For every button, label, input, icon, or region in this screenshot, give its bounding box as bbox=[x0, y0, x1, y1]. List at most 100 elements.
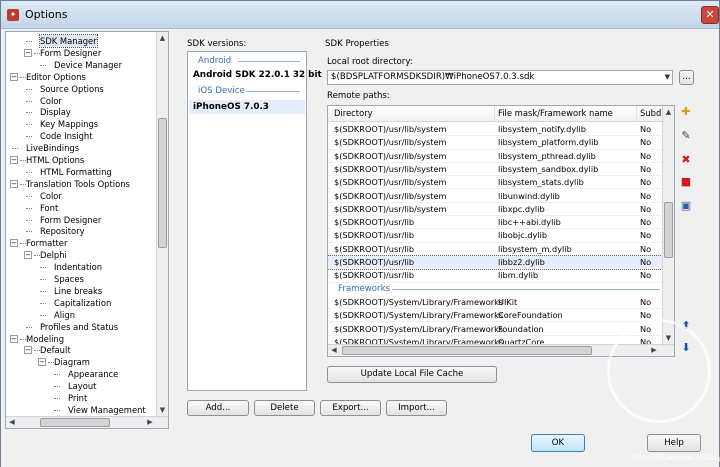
tree-item[interactable]: Align bbox=[54, 309, 75, 321]
tree-item[interactable]: Default bbox=[40, 344, 71, 356]
tree-vertical-scrollbar[interactable]: ▲ ▼ bbox=[156, 32, 168, 416]
tree-collapse-icon[interactable]: − bbox=[24, 48, 32, 57]
import-button[interactable]: Import... bbox=[386, 400, 447, 416]
tree-item[interactable]: HTML Formatting bbox=[40, 166, 112, 178]
tree-connector bbox=[26, 100, 32, 102]
tree-item[interactable]: Editor Options bbox=[26, 71, 86, 83]
scroll-right-arrow-icon[interactable]: ▶ bbox=[144, 417, 156, 428]
table-row[interactable]: $(SDKROOT)/System/Library/Frameworks Core… bbox=[328, 309, 664, 323]
scroll-left-arrow-icon[interactable]: ◀ bbox=[6, 417, 18, 428]
tree-item[interactable]: Line breaks bbox=[54, 285, 102, 297]
scroll-left-arrow-icon[interactable]: ◀ bbox=[328, 345, 340, 356]
tree-item[interactable]: Formatter bbox=[26, 237, 67, 249]
help-button[interactable]: Help bbox=[647, 434, 701, 452]
tree-collapse-icon[interactable]: − bbox=[24, 251, 32, 260]
tree-item[interactable]: Modeling bbox=[26, 333, 64, 345]
scroll-up-arrow-icon[interactable]: ▲ bbox=[157, 32, 168, 44]
tree-item[interactable]: Translation Tools Options bbox=[26, 178, 130, 190]
tree-collapse-icon[interactable]: − bbox=[10, 179, 18, 188]
add-path-icon[interactable]: ✚ bbox=[679, 105, 693, 119]
delete-path-icon[interactable]: ✖ bbox=[679, 153, 693, 167]
tree-hscroll-thumb[interactable] bbox=[40, 418, 110, 427]
remote-paths-label: Remote paths: bbox=[327, 91, 390, 101]
tree-item[interactable]: Form Designer bbox=[40, 47, 101, 59]
delete-all-icon[interactable]: ■ bbox=[679, 175, 693, 189]
tree-collapse-icon[interactable]: − bbox=[10, 156, 18, 164]
tree-collapse-icon[interactable]: − bbox=[38, 358, 46, 367]
table-row[interactable]: $(SDKROOT)/usr/lib libsystem_m.dylib No bbox=[328, 243, 664, 256]
column-directory[interactable]: Directory bbox=[334, 108, 373, 118]
replace-path-icon[interactable]: ✎ bbox=[679, 129, 693, 143]
grid-scroll-thumb[interactable] bbox=[664, 202, 673, 258]
tree-item[interactable]: LiveBindings bbox=[26, 142, 79, 154]
grid-hscroll-thumb[interactable] bbox=[342, 346, 592, 355]
table-row[interactable]: $(SDKROOT)/usr/lib libbz2.dylib No bbox=[328, 254, 665, 271]
table-cell-dir: $(SDKROOT)/usr/lib/system bbox=[334, 124, 447, 134]
column-subdirs[interactable]: Subdi bbox=[640, 108, 664, 118]
grid-group-header[interactable]: Frameworks bbox=[328, 283, 664, 296]
update-local-file-cache-button[interactable]: Update Local File Cache bbox=[327, 366, 497, 383]
tree-item[interactable]: Color bbox=[40, 95, 62, 107]
save-icon[interactable]: ▣ bbox=[679, 199, 693, 213]
tree-collapse-icon[interactable]: − bbox=[10, 334, 18, 343]
table-row[interactable]: $(SDKROOT)/usr/lib/system libsystem_sandb… bbox=[328, 163, 664, 177]
table-row[interactable]: $(SDKROOT)/usr/lib/system libsystem_stats… bbox=[328, 176, 664, 190]
tree-item[interactable]: Code Insight bbox=[40, 130, 92, 142]
close-icon[interactable]: ✕ bbox=[701, 6, 719, 24]
tree-item[interactable]: Print bbox=[68, 392, 87, 404]
tree-item[interactable]: Key Mappings bbox=[40, 118, 98, 130]
tree-item[interactable]: Layout bbox=[68, 380, 96, 392]
table-row[interactable]: $(SDKROOT)/usr/lib libc++abi.dylib No bbox=[328, 216, 664, 230]
grid-vertical-scrollbar[interactable]: ▲ ▼ bbox=[662, 106, 674, 344]
tree-item[interactable]: HTML Options bbox=[26, 154, 84, 166]
tree-item[interactable]: View Management bbox=[68, 404, 146, 416]
tree-item[interactable]: Profiles and Status bbox=[40, 321, 118, 333]
scroll-down-arrow-icon[interactable]: ▼ bbox=[157, 404, 168, 416]
tree-item[interactable]: Form Designer bbox=[40, 214, 101, 226]
chevron-down-icon[interactable]: ▼ bbox=[665, 71, 670, 84]
tree-connector bbox=[54, 374, 60, 376]
table-row[interactable]: $(SDKROOT)/usr/lib/system libxpc.dylib No bbox=[328, 203, 664, 217]
sdk-group-android: Android bbox=[198, 56, 232, 66]
tree-item[interactable]: Font bbox=[40, 202, 58, 214]
browse-button[interactable]: ... bbox=[679, 70, 694, 85]
table-row[interactable]: $(SDKROOT)/usr/lib/system libsystem_platf… bbox=[328, 136, 664, 150]
table-row[interactable]: $(SDKROOT)/usr/lib/system libsystem_pthre… bbox=[328, 150, 664, 163]
sdk-item-ios-selected[interactable]: iPhoneOS 7.0.3 bbox=[189, 100, 305, 114]
table-row[interactable]: $(SDKROOT)/usr/lib libobjc.dylib No bbox=[328, 229, 664, 243]
tree-collapse-icon[interactable]: − bbox=[24, 346, 32, 355]
ok-button[interactable]: OK bbox=[531, 434, 585, 452]
tree-horizontal-scrollbar[interactable]: ◀ ▶ bbox=[6, 416, 168, 428]
add-button[interactable]: Add... bbox=[187, 400, 249, 416]
title-bar[interactable]: ✦ Options ✕ bbox=[1, 1, 719, 29]
column-file-mask[interactable]: File mask/Framework name bbox=[498, 108, 613, 118]
tree-connector bbox=[26, 41, 32, 42]
tree-item[interactable]: Repository bbox=[40, 225, 85, 237]
tree-item[interactable]: Display bbox=[40, 106, 71, 118]
tree-item[interactable]: Source Options bbox=[40, 83, 104, 95]
grid-header: Directory File mask/Framework name Subdi bbox=[328, 106, 664, 122]
tree-item[interactable]: Device Manager bbox=[54, 59, 122, 71]
tree-item[interactable]: Capitalization bbox=[54, 297, 111, 309]
table-row[interactable]: $(SDKROOT)/usr/lib/system libsystem_notif… bbox=[328, 123, 664, 137]
table-row[interactable]: $(SDKROOT)/usr/lib libm.dylib No bbox=[328, 269, 664, 283]
delete-button[interactable]: Delete bbox=[254, 400, 315, 416]
tree-item[interactable]: Color bbox=[40, 190, 62, 202]
tree-item[interactable]: SDK Manager bbox=[39, 34, 98, 48]
tree-item[interactable]: Appearance bbox=[68, 368, 118, 380]
table-row[interactable]: $(SDKROOT)/System/Library/Frameworks UIKi… bbox=[328, 296, 664, 310]
local-root-combobox[interactable]: $(BDSPLATFORMSDKSDIR)₩iPhoneOS7.0.3.sdk … bbox=[327, 70, 673, 85]
table-row[interactable]: $(SDKROOT)/System/Library/Frameworks Foun… bbox=[328, 323, 664, 336]
tree-item[interactable]: Diagram bbox=[54, 356, 90, 368]
tree-collapse-icon[interactable]: − bbox=[10, 72, 18, 81]
tree-collapse-icon[interactable]: − bbox=[10, 239, 18, 248]
tree-item[interactable]: Spaces bbox=[54, 273, 84, 285]
tree-item[interactable]: Indentation bbox=[54, 261, 102, 273]
tree-item[interactable]: Delphi bbox=[40, 249, 67, 261]
scroll-up-arrow-icon[interactable]: ▲ bbox=[663, 106, 674, 118]
export-button[interactable]: Export... bbox=[320, 400, 381, 416]
table-row[interactable]: $(SDKROOT)/usr/lib/system libunwind.dylib… bbox=[328, 190, 664, 203]
tree-scroll-thumb[interactable] bbox=[158, 118, 167, 248]
table-cell-dir: $(SDKROOT)/usr/lib/system bbox=[334, 190, 447, 201]
sdk-item-android[interactable]: Android SDK 22.0.1 32 bit bbox=[193, 70, 322, 80]
